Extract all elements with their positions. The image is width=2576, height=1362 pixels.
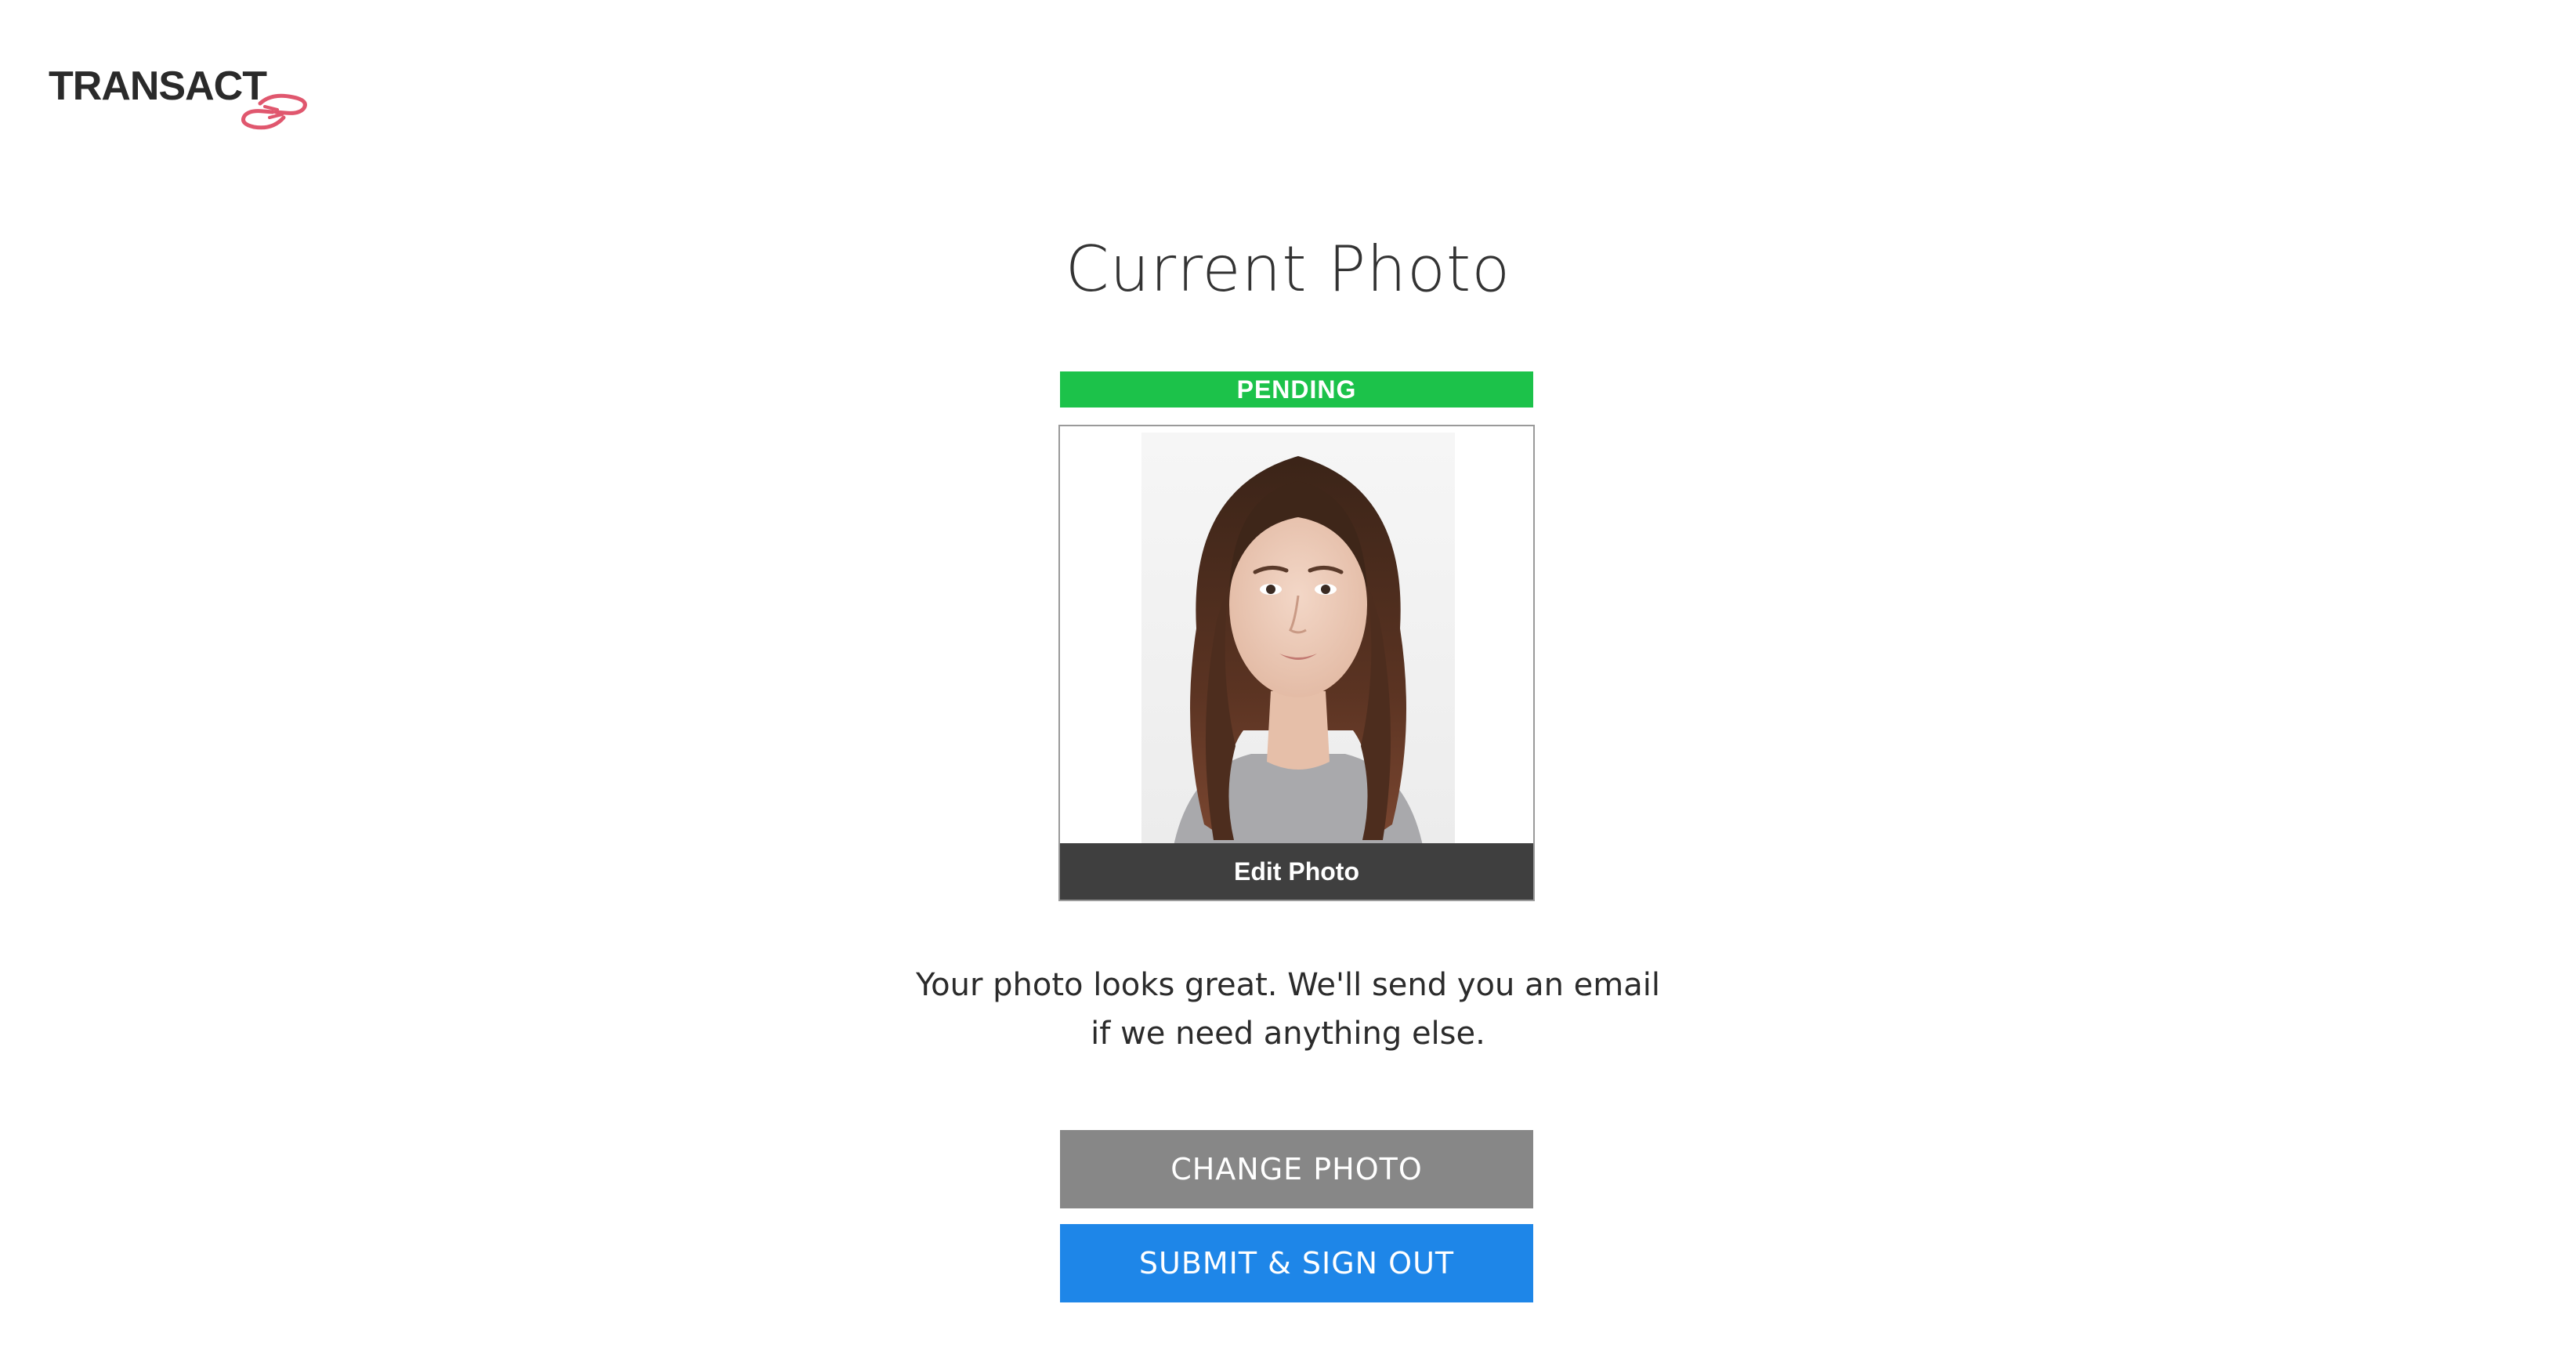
photo-card: Edit Photo: [1058, 425, 1535, 901]
status-message: Your photo looks great. We'll send you a…: [0, 961, 2576, 1058]
status-message-line-2: if we need anything else.: [1091, 1016, 1485, 1052]
transact-logo: TRANSACT: [49, 63, 307, 138]
portrait-image: [1141, 433, 1455, 849]
page-title: Current Photo: [1065, 233, 1511, 306]
edit-photo-button[interactable]: Edit Photo: [1060, 843, 1533, 900]
logo-wordmark: TRANSACT: [49, 63, 267, 109]
portrait-photo: [1141, 433, 1455, 849]
status-message-line-1: Your photo looks great. We'll send you a…: [916, 967, 1660, 1003]
change-photo-button[interactable]: CHANGE PHOTO: [1060, 1130, 1533, 1208]
submit-sign-out-button[interactable]: SUBMIT & SIGN OUT: [1060, 1224, 1533, 1302]
status-badge: PENDING: [1060, 371, 1533, 408]
logo-card-swoosh-icon: [241, 93, 307, 130]
